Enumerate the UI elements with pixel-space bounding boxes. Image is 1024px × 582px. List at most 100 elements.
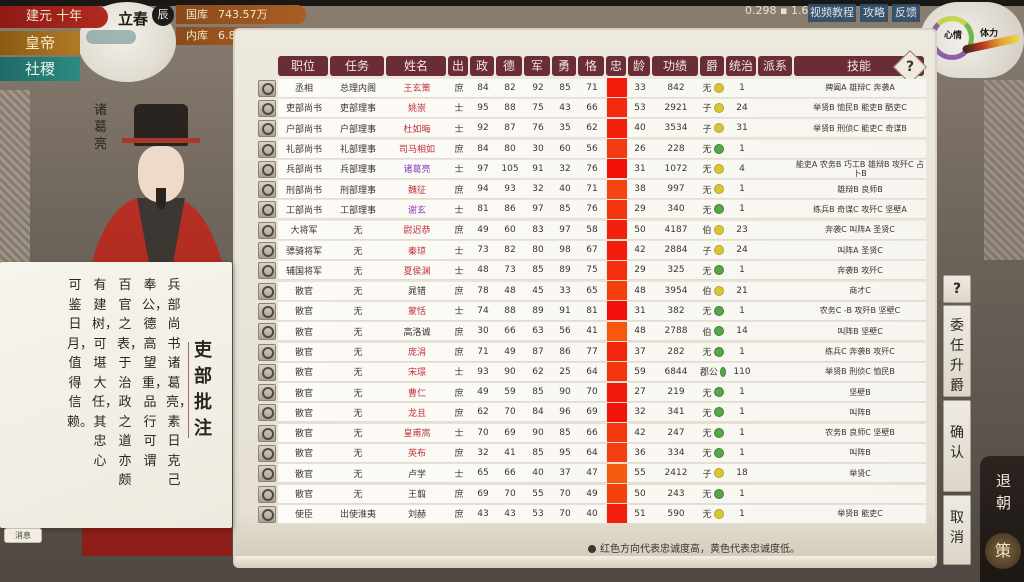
inspect-magnifier-icon[interactable] — [258, 424, 276, 442]
cell-name[interactable]: 诸葛亮 — [386, 162, 448, 175]
rank-coin-icon[interactable] — [713, 245, 724, 256]
inspect-magnifier-icon[interactable] — [258, 160, 276, 178]
inspect-magnifier-icon[interactable] — [258, 343, 276, 361]
table-row[interactable]: 散官 无 王翦庶 69 70 55 70 49 50 243 无 1 — [258, 484, 926, 504]
table-row[interactable]: 散官 无 庞涓庶 71 49 87 86 77 37 282 无 1 练兵C 奔袭B 攻歼C — [258, 342, 926, 362]
column-header[interactable]: 龄 — [628, 56, 650, 76]
table-row[interactable]: 散官 无 晁错庶 78 48 45 33 65 48 3954 伯 21 商才C — [258, 281, 926, 301]
promotable-coin-icon[interactable] — [713, 407, 724, 418]
inspect-magnifier-icon[interactable] — [258, 120, 276, 138]
cell-name[interactable]: 王翦 — [386, 487, 448, 500]
cell-name[interactable]: 蒙恬 — [386, 304, 448, 317]
inspect-magnifier-icon[interactable] — [258, 201, 276, 219]
cell-name[interactable]: 庞涓 — [386, 345, 448, 358]
confirm-button[interactable]: 确认 — [943, 400, 971, 492]
column-header[interactable]: 恪 — [578, 56, 604, 76]
tab-state[interactable]: 社稷 — [0, 57, 80, 81]
table-row[interactable]: 吏部尚书 吏部理事 姚崇士 95 88 75 43 66 53 2921 子 24 举贤B 恤民B 能吏… — [258, 98, 926, 118]
rank-coin-icon[interactable] — [713, 82, 724, 93]
table-row[interactable]: 散官 无 英布庶 32 41 85 95 64 36 334 无 1 叫阵B — [258, 443, 926, 463]
table-row[interactable]: 散官 无 卢学士 65 66 40 37 47 55 2412 子 18 举贤C — [258, 463, 926, 484]
inspect-magnifier-icon[interactable] — [258, 505, 276, 523]
rank-coin-icon[interactable] — [713, 102, 724, 113]
cell-name[interactable]: 谢玄 — [386, 203, 448, 216]
inspect-magnifier-icon[interactable] — [258, 444, 276, 462]
promotable-coin-icon[interactable] — [713, 143, 724, 154]
inspect-magnifier-icon[interactable] — [258, 79, 276, 97]
column-header[interactable]: 勇 — [552, 56, 576, 76]
column-header[interactable]: 政 — [470, 56, 494, 76]
promotable-coin-icon[interactable] — [713, 427, 724, 438]
promotable-coin-icon[interactable] — [713, 488, 724, 499]
cell-name[interactable]: 王玄策 — [386, 81, 448, 94]
cell-name[interactable]: 曹仁 — [386, 386, 448, 399]
cell-name[interactable]: 姚崇 — [386, 101, 448, 114]
promotable-coin-icon[interactable] — [713, 346, 724, 357]
column-header[interactable]: 任务 — [330, 56, 384, 76]
inspect-magnifier-icon[interactable] — [258, 221, 276, 239]
cell-name[interactable]: 卢学 — [386, 467, 448, 480]
column-header[interactable]: 出 — [448, 56, 468, 76]
table-row[interactable]: 散官 无 高洛诚庶 30 66 63 56 41 48 2788 伯 14 叫阵B 坚壁C — [258, 321, 926, 342]
table-row[interactable]: 散官 无 皇甫嵩士 70 69 90 85 66 42 247 无 1 农务B 良师C 坚壁B — [258, 423, 926, 443]
tab-emperor[interactable]: 皇帝 — [0, 31, 80, 55]
column-header[interactable]: 德 — [496, 56, 522, 76]
cell-name[interactable]: 尉迟恭 — [386, 223, 448, 236]
table-row[interactable]: 礼部尚书 礼部理事 司马相如庶 84 80 30 60 56 26 228 无 1 — [258, 139, 926, 159]
promotable-coin-icon[interactable] — [713, 265, 724, 276]
inspect-magnifier-icon[interactable] — [258, 181, 276, 199]
promotable-coin-icon[interactable] — [713, 305, 724, 316]
cell-name[interactable]: 夏侯渊 — [386, 264, 448, 277]
rank-coin-icon[interactable] — [713, 285, 724, 296]
message-button[interactable]: 消息 — [4, 528, 42, 543]
cancel-button[interactable]: 取消 — [943, 495, 971, 565]
promotable-coin-icon[interactable] — [713, 326, 724, 337]
table-row[interactable]: 散官 无 曹仁庶 49 59 85 90 70 27 219 无 1 坚壁B — [258, 382, 926, 403]
inspect-magnifier-icon[interactable] — [258, 465, 276, 483]
column-header[interactable]: 姓名 — [386, 56, 446, 76]
inspect-magnifier-icon[interactable] — [258, 323, 276, 341]
guide-link[interactable]: 攻略 — [860, 4, 888, 22]
table-row[interactable]: 工部尚书 工部理事 谢玄士 81 86 97 85 76 29 340 无 1 练兵B 奇谋C 攻歼C … — [258, 199, 926, 220]
mood-stamina-indicator[interactable]: 心情 体力 — [920, 2, 1024, 78]
feedback-link[interactable]: 反馈 — [892, 4, 920, 22]
table-row[interactable]: 骠骑将军 无 秦琼士 73 82 80 98 67 42 2884 子 24 叫阵A 圣贤C — [258, 240, 926, 261]
promotable-coin-icon[interactable] — [713, 204, 724, 215]
column-header[interactable]: 统治 — [726, 56, 756, 76]
video-tutorial-link[interactable]: 视频教程 — [808, 4, 856, 22]
column-header[interactable]: 职位 — [278, 56, 328, 76]
column-header[interactable]: 军 — [524, 56, 550, 76]
cell-name[interactable]: 刘赫 — [386, 507, 448, 520]
cell-name[interactable]: 秦琼 — [386, 244, 448, 257]
cell-name[interactable]: 晁错 — [386, 284, 448, 297]
table-row[interactable]: 辅国将军 无 夏侯渊士 48 73 85 89 75 29 325 无 1 奔袭B 攻歼C — [258, 260, 926, 281]
table-row[interactable]: 户部尚书 户部理事 杜如晦士 92 87 76 35 62 40 3534 子 31 举贤B 刑侦C 能… — [258, 118, 926, 139]
promotable-coin-icon[interactable] — [713, 387, 724, 398]
cell-name[interactable]: 杜如晦 — [386, 122, 448, 135]
table-row[interactable]: 使臣 出使淮夷 刘赫庶 43 43 53 70 40 51 590 无 1 举贤B 能吏C — [258, 504, 926, 524]
appoint-promote-button[interactable]: 委任升爵 — [943, 305, 971, 397]
column-header[interactable]: 忠 — [606, 56, 626, 76]
table-row[interactable]: 散官 无 龙且庶 62 70 84 96 69 32 341 无 1 叫阵B — [258, 402, 926, 423]
cell-name[interactable]: 皇甫嵩 — [386, 426, 448, 439]
inspect-magnifier-icon[interactable] — [258, 99, 276, 117]
table-row[interactable]: 大将军 无 尉迟恭庶 49 60 83 97 58 50 4187 伯 23 奔袭C 叫阵A 圣贤C — [258, 220, 926, 240]
cell-name[interactable]: 高洛诚 — [386, 325, 448, 338]
cell-name[interactable]: 司马相如 — [386, 142, 448, 155]
cell-name[interactable]: 英布 — [386, 446, 448, 459]
table-row[interactable]: 散官 无 宋璟士 93 90 62 25 64 59 6844 郡公 110 举贤B 刑侦C 恤民B — [258, 362, 926, 382]
inspect-magnifier-icon[interactable] — [258, 282, 276, 300]
table-row[interactable]: 刑部尚书 刑部理事 魏征庶 94 93 32 40 71 38 997 无 1 雄辩B 良师B — [258, 179, 926, 200]
cell-name[interactable]: 魏征 — [386, 183, 448, 196]
inspect-magnifier-icon[interactable] — [258, 140, 276, 158]
table-row[interactable]: 兵部尚书 兵部理事 诸葛亮士 97 105 91 32 76 31 1072 无 4 能吏A 农务B 巧… — [258, 159, 926, 179]
inspect-magnifier-icon[interactable] — [258, 363, 276, 381]
rank-coin-icon[interactable] — [713, 184, 724, 195]
rank-coin-icon[interactable] — [713, 163, 724, 174]
column-header[interactable]: 功绩 — [652, 56, 698, 76]
help-button[interactable]: ? — [943, 275, 971, 303]
inspect-magnifier-icon[interactable] — [258, 384, 276, 402]
rank-coin-icon[interactable] — [713, 123, 724, 134]
rank-coin-icon[interactable] — [713, 508, 724, 519]
inspect-magnifier-icon[interactable] — [258, 302, 276, 320]
